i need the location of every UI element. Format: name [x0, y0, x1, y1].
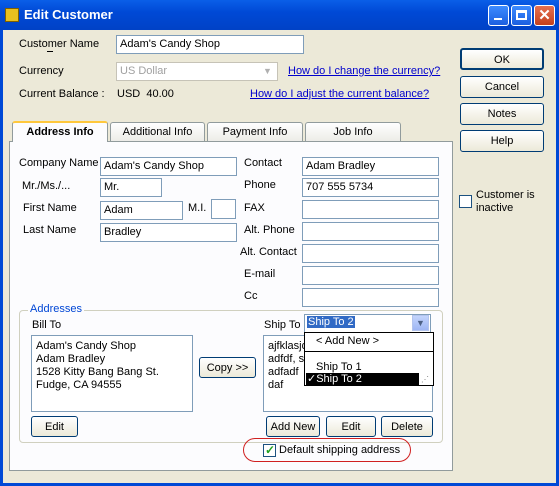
balance-value: USD 40.00 — [117, 88, 174, 100]
dropdown-option-ship-to-2[interactable]: ✓Ship To 2 — [306, 373, 419, 386]
alt-phone-label: Alt. Phone — [244, 224, 295, 236]
first-name-field[interactable]: Adam — [100, 201, 183, 220]
first-name-label: First Name — [23, 202, 77, 214]
change-currency-link[interactable]: How do I change the currency? — [288, 65, 440, 77]
last-name-field[interactable]: Bradley — [100, 223, 237, 242]
check-icon: ✓ — [307, 373, 317, 385]
alt-contact-label: Alt. Contact — [240, 246, 297, 258]
email-label: E-mail — [244, 268, 276, 280]
edit-ship-to-button[interactable]: Edit — [326, 416, 376, 437]
close-icon: ✕ — [538, 7, 551, 24]
minimize-button[interactable] — [488, 5, 509, 26]
accelerator-underline — [47, 51, 53, 52]
chevron-down-icon: ▼ — [263, 66, 272, 76]
default-shipping-checkbox[interactable]: ✓ — [263, 443, 276, 457]
cancel-button[interactable]: Cancel — [460, 76, 544, 98]
balance-label: Current Balance : — [19, 88, 105, 100]
inactive-checkbox[interactable] — [459, 195, 472, 208]
company-name-label: Company Name — [19, 157, 99, 169]
chevron-down-icon[interactable]: ▼ — [412, 315, 429, 331]
delete-ship-to-button[interactable]: Delete — [381, 416, 433, 437]
currency-label: Currency — [19, 65, 64, 77]
mr-ms-label: Mr./Ms./... — [22, 180, 71, 192]
cc-label: Cc — [244, 290, 258, 302]
copy-address-button[interactable]: Copy >> — [199, 357, 256, 378]
dropdown-option-add-new[interactable]: < Add New > — [313, 335, 382, 348]
alt-contact-field[interactable] — [302, 244, 439, 263]
bill-to-label: Bill To — [32, 319, 62, 331]
fax-label: FAX — [244, 202, 265, 214]
fax-field[interactable] — [302, 200, 439, 219]
cc-field[interactable] — [302, 288, 439, 307]
edit-bill-to-button[interactable]: Edit — [31, 416, 78, 437]
customer-name-field[interactable]: Adam's Candy Shop — [116, 35, 304, 54]
adjust-balance-link[interactable]: How do I adjust the current balance? — [250, 88, 429, 100]
contact-label: Contact — [244, 157, 282, 169]
alt-phone-field[interactable] — [302, 222, 439, 241]
notes-button[interactable]: Notes — [460, 103, 544, 125]
tab-address-info[interactable]: Address Info — [12, 121, 108, 142]
customer-name-label: Customer Name — [19, 38, 100, 50]
inactive-label: Customer is inactive — [476, 189, 535, 214]
phone-field[interactable]: 707 555 5734 — [302, 178, 439, 197]
dropdown-divider — [305, 351, 433, 352]
ship-to-label: Ship To — [264, 319, 301, 331]
email-field[interactable] — [302, 266, 439, 285]
mi-label: M.I. — [188, 202, 207, 214]
currency-select[interactable]: US Dollar — [116, 62, 278, 81]
contact-field[interactable]: Adam Bradley — [302, 157, 439, 176]
default-shipping-label: Default shipping address — [279, 444, 401, 456]
ship-to-selected-value: Ship To 2 — [307, 316, 355, 328]
window-title: Edit Customer — [24, 7, 113, 22]
tab-additional-info[interactable]: Additional Info — [110, 122, 205, 142]
addresses-group-label: Addresses — [28, 303, 84, 315]
last-name-label: Last Name — [23, 224, 77, 236]
currency-value: US Dollar — [120, 65, 168, 77]
tab-payment-info[interactable]: Payment Info — [207, 122, 303, 142]
ok-button[interactable]: OK — [460, 48, 544, 70]
help-button[interactable]: Help — [460, 130, 544, 152]
close-button[interactable]: ✕ — [534, 5, 555, 26]
checkmark-icon: ✓ — [265, 443, 276, 457]
mr-ms-field[interactable]: Mr. — [100, 178, 162, 197]
bill-to-address[interactable]: Adam's Candy Shop Adam Bradley 1528 Kitt… — [31, 335, 193, 412]
mi-field[interactable] — [211, 199, 236, 219]
app-icon — [5, 8, 19, 22]
resize-grip-icon[interactable]: ⋰ — [421, 374, 432, 385]
add-new-ship-to-button[interactable]: Add New — [266, 416, 320, 437]
phone-label: Phone — [244, 179, 276, 191]
company-name-field[interactable]: Adam's Candy Shop — [100, 157, 237, 176]
ship-to-dropdown-list: < Add New > Ship To 1 ✓Ship To 2 ⋰ — [304, 332, 434, 386]
maximize-button[interactable] — [511, 5, 532, 26]
tab-job-info[interactable]: Job Info — [305, 122, 401, 142]
